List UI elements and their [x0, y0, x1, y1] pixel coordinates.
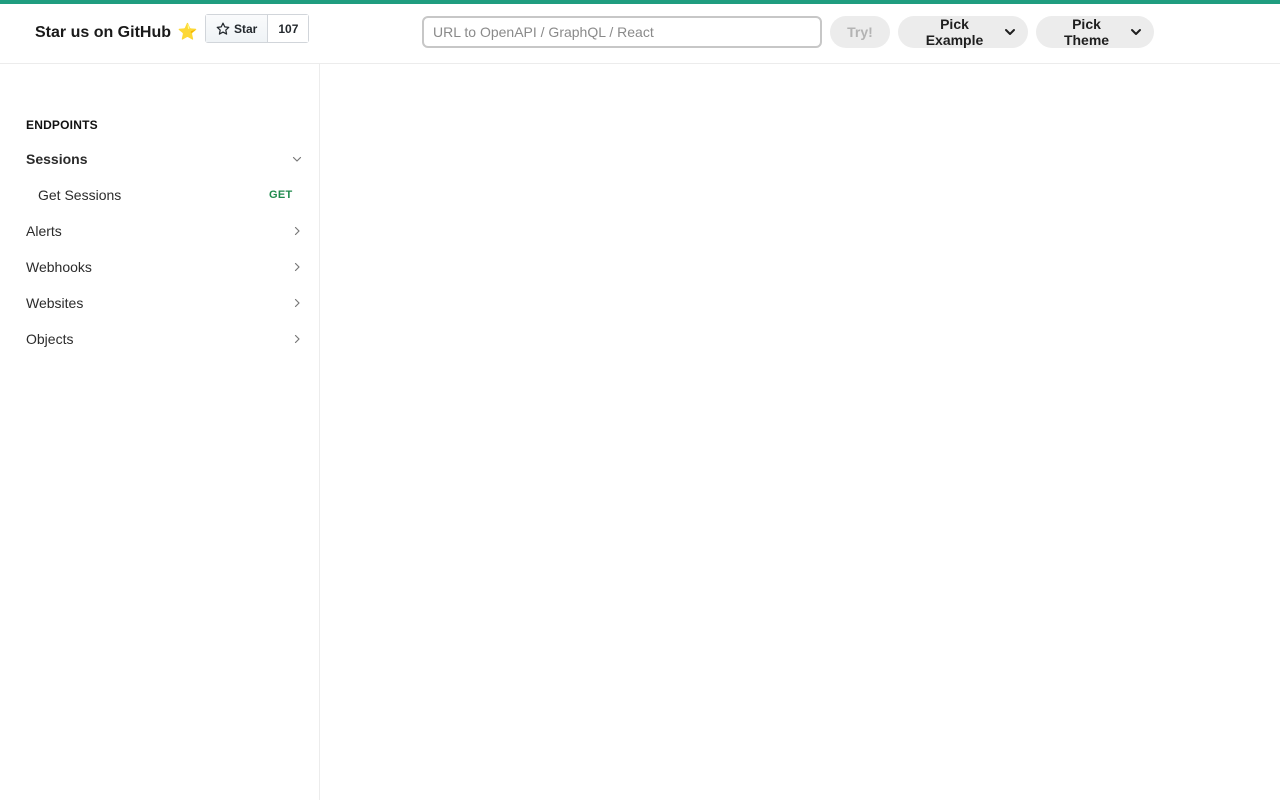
pick-theme-dropdown[interactable]: Pick Theme: [1036, 16, 1154, 48]
chevron-down-icon: [1130, 26, 1142, 38]
star-outline-icon: [216, 22, 230, 36]
sidebar-group-sessions[interactable]: Sessions: [0, 141, 319, 177]
sidebar-item-get-sessions[interactable]: Get Sessions GET: [0, 177, 319, 213]
sidebar: ENDPOINTS Sessions Get Sessions GET Aler…: [0, 64, 320, 800]
sidebar-group-objects[interactable]: Objects: [0, 321, 319, 357]
sidebar-group-webhooks[interactable]: Webhooks: [0, 249, 319, 285]
sidebar-group-alerts[interactable]: Alerts: [0, 213, 319, 249]
chevron-right-icon: [292, 334, 302, 344]
brand-title[interactable]: Star us on GitHub ⭐: [35, 22, 197, 42]
pick-theme-label: Pick Theme: [1063, 16, 1110, 48]
sidebar-group-label: Objects: [26, 331, 74, 347]
pick-example-label: Pick Example: [925, 16, 984, 48]
endpoint-label: Get Sessions: [38, 187, 122, 203]
brand-title-text: Star us on GitHub: [35, 24, 171, 41]
chevron-down-icon: [1004, 26, 1016, 38]
try-button[interactable]: Try!: [830, 16, 890, 48]
github-star-widget: Star 107: [205, 14, 310, 43]
chevron-right-icon: [292, 298, 302, 308]
spec-url-input[interactable]: [422, 16, 822, 48]
sidebar-group-label: Sessions: [26, 151, 88, 167]
chevron-right-icon: [292, 226, 302, 236]
sidebar-group-label: Websites: [26, 295, 84, 311]
pick-example-dropdown[interactable]: Pick Example: [898, 16, 1028, 48]
sidebar-group-websites[interactable]: Websites: [0, 285, 319, 321]
header: Star us on GitHub ⭐ Star 107 Try! Pick E…: [0, 4, 1280, 64]
github-star-count[interactable]: 107: [268, 15, 309, 42]
chevron-right-icon: [292, 262, 302, 272]
star-emoji-icon: ⭐: [177, 24, 198, 41]
sidebar-group-label: Alerts: [26, 223, 62, 239]
chevron-down-icon: [292, 154, 302, 164]
sidebar-group-label: Webhooks: [26, 259, 92, 275]
main-content: [320, 64, 1280, 800]
http-method-badge: GET: [269, 189, 293, 201]
github-star-label: Star: [234, 21, 258, 36]
github-star-button[interactable]: Star: [206, 15, 269, 42]
endpoints-section-label: ENDPOINTS: [26, 118, 98, 132]
